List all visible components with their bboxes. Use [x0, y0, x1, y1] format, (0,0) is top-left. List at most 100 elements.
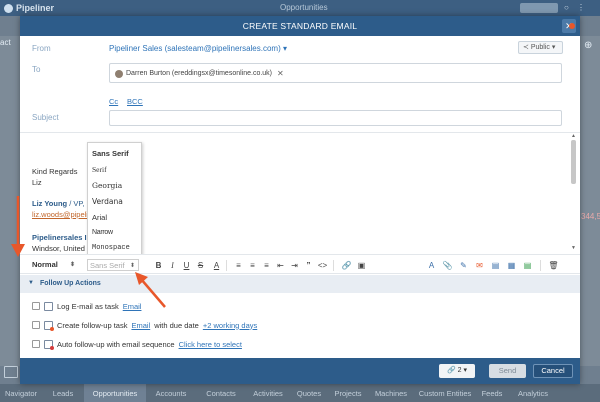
attachments-button[interactable]: 🔗 2 ▾: [439, 364, 475, 378]
nav-item-feeds[interactable]: Feeds: [476, 384, 508, 402]
image-button[interactable]: ▣: [356, 260, 367, 271]
nav-item-contacts[interactable]: Contacts: [196, 384, 246, 402]
auto-follow-up-checkbox[interactable]: [32, 340, 40, 348]
background-right-number: 344,5: [581, 212, 600, 221]
editor-scrollbar[interactable]: [571, 140, 576, 184]
nav-item-custom-entities[interactable]: Custom Entities: [414, 384, 476, 402]
log-email-text: Log E-mail as task: [57, 301, 119, 311]
font-option-serif[interactable]: Serif: [92, 165, 107, 174]
nav-item-accounts[interactable]: Accounts: [146, 384, 196, 402]
font-option-verdana[interactable]: Verdana: [92, 197, 123, 206]
to-field[interactable]: Darren Burton (ereddingsx@timesonline.co…: [109, 63, 562, 83]
nav-item-navigator[interactable]: Navigator: [0, 384, 42, 402]
indent-button[interactable]: ⇥: [289, 260, 300, 271]
background-page-title: Opportunities: [280, 3, 328, 12]
nav-item-leads[interactable]: Leads: [42, 384, 84, 402]
close-button[interactable]: ✕: [562, 19, 576, 33]
table-button[interactable]: ▦: [506, 260, 517, 271]
font-option-arial[interactable]: Arial: [92, 213, 107, 222]
signature-company: Pipelinersales Inc: [32, 233, 96, 242]
signature-address: Windsor, United K: [32, 244, 93, 253]
background-add-icon: ⊕: [584, 40, 593, 51]
trash-button[interactable]: 🗑: [548, 260, 559, 271]
attach-file-button[interactable]: 📎: [442, 260, 453, 271]
strikethrough-button[interactable]: S: [195, 260, 206, 271]
background-right-panel: [580, 36, 600, 366]
recipient-chip: Darren Burton (ereddingsx@timesonline.co…: [115, 68, 284, 79]
task-type-link[interactable]: Email: [131, 321, 150, 330]
bottom-navigation: Navigator Leads Opportunities Accounts Conta…: [0, 384, 600, 402]
avatar: [115, 69, 123, 78]
signature-regards: Kind Regards: [32, 167, 78, 176]
nav-item-machines[interactable]: Machines: [368, 384, 414, 402]
from-label: From: [32, 44, 51, 53]
cancel-button[interactable]: Cancel: [533, 364, 573, 378]
app-logo: Pipeliner: [4, 3, 54, 13]
task-icon: [44, 320, 54, 331]
chevron-down-icon: ▼: [28, 280, 34, 286]
font-family-select[interactable]: Sans Serif ⬍: [87, 259, 139, 271]
font-option-monospace[interactable]: Monospace: [92, 244, 130, 252]
cc-link[interactable]: Cc: [109, 97, 118, 106]
due-date-text: with due date: [154, 320, 199, 330]
nav-item-activities[interactable]: Activities: [246, 384, 290, 402]
bold-button[interactable]: B: [153, 260, 164, 271]
send-button[interactable]: Send: [489, 364, 526, 378]
dialog-header: CREATE STANDARD EMAIL ✕: [20, 16, 580, 36]
document-button[interactable]: ▤: [522, 260, 533, 271]
sequence-icon: [44, 339, 54, 350]
log-email-checkbox[interactable]: [32, 302, 40, 310]
dialog-footer: 🔗 2 ▾ Send Cancel: [20, 358, 580, 384]
select-sequence-link[interactable]: Click here to select: [179, 340, 242, 349]
email-template-button[interactable]: ✉: [474, 260, 485, 271]
to-label: To: [32, 65, 41, 74]
font-family-menu: Sans Serif Serif Georgia Verdana Arial N…: [87, 142, 142, 256]
insert-field-button[interactable]: A: [426, 260, 437, 271]
subject-input[interactable]: [109, 110, 562, 126]
follow-up-task-row: Create follow-up task Email with due dat…: [32, 319, 257, 331]
outdent-button[interactable]: ⇤: [275, 260, 286, 271]
from-select[interactable]: Pipeliner Sales (salesteam@pipelinersale…: [109, 44, 287, 53]
bcc-link[interactable]: BCC: [127, 97, 143, 106]
code-button[interactable]: <>: [317, 260, 328, 271]
due-date-link[interactable]: +2 working days: [203, 321, 257, 330]
scroll-up-icon[interactable]: ▲: [571, 133, 576, 139]
nav-item-analytics[interactable]: Analytics: [508, 384, 558, 402]
app-name: Pipeliner: [16, 3, 55, 13]
create-task-text: Create follow-up task: [57, 320, 128, 330]
scroll-down-icon[interactable]: ▼: [571, 245, 576, 251]
nav-item-quotes[interactable]: Quotes: [290, 384, 328, 402]
signature-button[interactable]: ✎: [458, 260, 469, 271]
signature-first-name: Liz: [32, 178, 42, 187]
font-option-sans-serif[interactable]: Sans Serif: [92, 149, 129, 158]
log-email-type-link[interactable]: Email: [123, 302, 142, 311]
bullet-list-button[interactable]: ≡: [247, 260, 258, 271]
recipient-chip-label: Darren Burton (ereddingsx@timesonline.co…: [126, 70, 273, 77]
toolbar-divider: [540, 260, 541, 271]
create-task-checkbox[interactable]: [32, 321, 40, 329]
align-button[interactable]: ≡: [261, 260, 272, 271]
blockquote-button[interactable]: ”: [303, 260, 314, 271]
navigator-icon[interactable]: [4, 366, 18, 378]
italic-button[interactable]: I: [167, 260, 178, 271]
follow-up-section-header[interactable]: ▼ Follow Up Actions: [20, 275, 580, 293]
link-button[interactable]: 🔗: [341, 260, 352, 271]
font-option-narrow[interactable]: Narrow: [92, 229, 113, 236]
background-left-label: act: [0, 38, 11, 47]
underline-button[interactable]: U: [181, 260, 192, 271]
font-option-georgia[interactable]: Georgia: [92, 181, 122, 190]
paragraph-style-select[interactable]: Normal ⬍: [30, 259, 78, 271]
signature-name: Liz Young: [32, 199, 68, 208]
visibility-dropdown[interactable]: ≺ Public ▾: [518, 41, 563, 54]
pipeliner-logo-icon: [4, 3, 13, 13]
text-color-button[interactable]: A: [211, 260, 222, 271]
paragraph-style-label: Normal: [32, 260, 58, 269]
nav-item-projects[interactable]: Projects: [328, 384, 368, 402]
remove-recipient-icon[interactable]: ✕: [277, 69, 284, 78]
signature-email[interactable]: liz.woods@pipelin: [32, 210, 92, 219]
global-search-input[interactable]: [520, 3, 558, 13]
ordered-list-button[interactable]: ≡: [233, 260, 244, 271]
nav-item-opportunities[interactable]: Opportunities: [84, 384, 146, 402]
calendar-button[interactable]: ▤: [490, 260, 501, 271]
toolbar-divider: [333, 260, 334, 271]
